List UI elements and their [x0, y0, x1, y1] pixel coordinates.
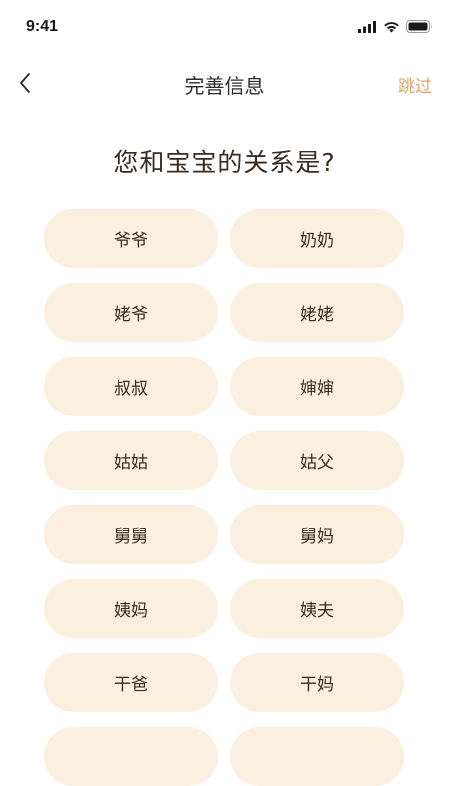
option-partial-right[interactable]: [230, 727, 404, 786]
wifi-icon: [384, 21, 399, 32]
option-godfather[interactable]: 干爸: [44, 653, 218, 712]
relationship-question: 您和宝宝的关系是?: [113, 148, 336, 177]
option-uncle-paternal[interactable]: 叔叔: [44, 357, 218, 416]
battery-icon: [406, 20, 432, 33]
option-aunt-in-law[interactable]: 婶婶: [230, 357, 404, 416]
option-godmother[interactable]: 干妈: [230, 653, 404, 712]
option-grandpa-paternal[interactable]: 爷爷: [44, 209, 218, 268]
skip-button[interactable]: 跳过: [398, 72, 432, 97]
option-uncle-maternal-wife[interactable]: 舅妈: [230, 505, 404, 564]
option-aunt-paternal-husband[interactable]: 姑父: [230, 431, 404, 490]
option-uncle-maternal[interactable]: 舅舅: [44, 505, 218, 564]
option-grandpa-maternal[interactable]: 姥爷: [44, 283, 218, 342]
option-aunt-paternal[interactable]: 姑姑: [44, 431, 218, 490]
status-bar: 9:41: [0, 0, 449, 56]
page-title: 完善信息: [184, 74, 265, 98]
option-aunt-maternal[interactable]: 姨妈: [44, 579, 218, 638]
status-icons: [358, 20, 433, 33]
cellular-signal-icon: [358, 20, 376, 33]
option-partial-left[interactable]: [44, 727, 218, 786]
option-grandma-paternal[interactable]: 奶奶: [230, 209, 404, 268]
option-grandma-maternal[interactable]: 姥姥: [230, 283, 404, 342]
relationship-options: 爷爷 奶奶 姥爷 姥姥 叔叔 婶婶 姑姑 姑父 舅舅 舅妈 姨妈 姨夫 干爸 干…: [44, 209, 404, 786]
status-time: 9:41: [26, 18, 59, 35]
nav-bar: 完善信息 跳过: [0, 56, 449, 110]
option-aunt-maternal-husband[interactable]: 姨夫: [230, 579, 404, 638]
